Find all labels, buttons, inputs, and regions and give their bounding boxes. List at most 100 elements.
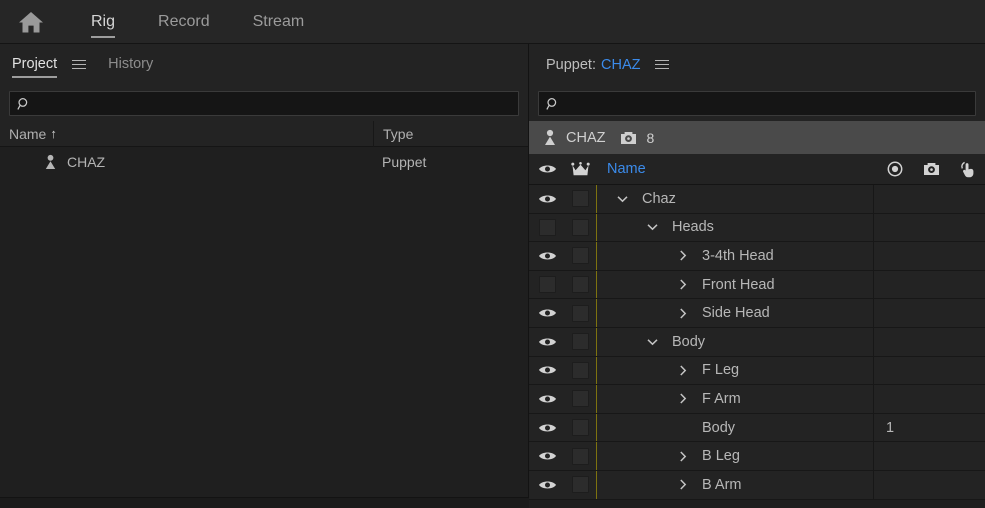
tree-row[interactable]: Chaz — [529, 185, 985, 214]
row-visibility-toggle[interactable] — [529, 479, 565, 491]
tree-row[interactable]: F Leg — [529, 356, 985, 386]
row-visibility-toggle[interactable] — [529, 276, 565, 294]
row-crown-toggle[interactable] — [565, 218, 596, 236]
project-panel-menu-icon[interactable] — [72, 57, 87, 72]
top-nav-tabs: Rig Record Stream — [62, 0, 317, 44]
home-button[interactable] — [0, 11, 62, 34]
tab-project[interactable]: Project — [12, 44, 58, 85]
tree-row-label: Heads — [672, 219, 714, 236]
column-header-triggers[interactable] — [949, 160, 985, 179]
chevron-right-icon[interactable] — [673, 365, 692, 376]
row-crown-toggle[interactable] — [565, 419, 596, 437]
puppet-icon — [545, 129, 555, 145]
row-crown-toggle[interactable] — [565, 190, 596, 208]
puppet-search-input[interactable] — [559, 96, 975, 111]
crown-toggle-box[interactable] — [572, 218, 589, 236]
row-record-cell[interactable] — [873, 270, 985, 299]
tree-row[interactable]: Body 1 — [529, 413, 985, 443]
chevron-down-icon[interactable] — [643, 223, 662, 231]
nav-tab-stream[interactable]: Stream — [240, 0, 318, 44]
crown-toggle-box[interactable] — [572, 247, 589, 265]
tree-row[interactable]: Heads — [529, 213, 985, 243]
chevron-right-icon[interactable] — [673, 250, 692, 262]
crown-toggle-box[interactable] — [572, 276, 589, 294]
row-crown-toggle[interactable] — [565, 333, 596, 351]
project-item-label: CHAZ — [67, 153, 106, 170]
crown-toggle-box[interactable] — [572, 333, 589, 351]
project-list-item[interactable]: CHAZ Puppet — [0, 147, 528, 176]
visibility-icon — [538, 424, 556, 431]
row-crown-toggle[interactable] — [565, 390, 596, 408]
nav-tab-rig[interactable]: Rig — [78, 0, 128, 44]
crown-toggle-box[interactable] — [572, 190, 589, 208]
row-visibility-toggle[interactable] — [529, 422, 565, 434]
row-visibility-toggle[interactable] — [529, 450, 565, 462]
row-crown-toggle[interactable] — [565, 476, 596, 494]
visibility-off-box[interactable] — [538, 218, 556, 236]
row-record-cell[interactable] — [873, 299, 985, 327]
crown-toggle-box[interactable] — [572, 419, 589, 437]
tree-row[interactable]: Body — [529, 327, 985, 357]
project-search-input[interactable] — [30, 96, 518, 111]
chevron-right-icon[interactable] — [673, 479, 692, 490]
visibility-off-box[interactable] — [538, 276, 556, 294]
tree-row[interactable]: Side Head — [529, 299, 985, 328]
tab-history[interactable]: History — [108, 44, 153, 85]
tree-row[interactable]: 3-4th Head — [529, 242, 985, 271]
row-record-cell[interactable] — [873, 185, 985, 213]
puppet-search-box[interactable] — [538, 91, 976, 116]
row-visibility-toggle[interactable] — [529, 393, 565, 405]
project-column-headers: Name ↑ Type — [0, 120, 528, 147]
breadcrumb: CHAZ 8 — [529, 121, 985, 154]
row-record-cell[interactable] — [873, 327, 985, 356]
crown-toggle-box[interactable] — [572, 476, 589, 494]
row-crown-toggle[interactable] — [565, 447, 596, 465]
row-visibility-toggle[interactable] — [529, 250, 565, 262]
visibility-icon — [538, 452, 556, 460]
row-crown-toggle[interactable] — [565, 361, 596, 379]
row-record-cell[interactable] — [873, 470, 985, 499]
column-header-behaviors[interactable] — [913, 161, 949, 177]
chevron-right-icon[interactable] — [673, 279, 692, 290]
row-crown-toggle[interactable] — [565, 247, 596, 265]
tree-row[interactable]: Front Head — [529, 270, 985, 300]
chevron-down-icon[interactable] — [613, 195, 632, 203]
column-header-type[interactable]: Type — [373, 120, 528, 147]
tree-row[interactable]: B Leg — [529, 442, 985, 471]
row-record-cell[interactable] — [873, 442, 985, 470]
row-visibility-toggle[interactable] — [529, 336, 565, 348]
row-visibility-toggle[interactable] — [529, 193, 565, 205]
project-search-box[interactable] — [9, 91, 519, 116]
row-visibility-toggle[interactable] — [529, 364, 565, 376]
row-record-cell[interactable] — [873, 213, 985, 242]
row-record-cell[interactable] — [873, 385, 985, 413]
tree-row[interactable]: F Arm — [529, 385, 985, 414]
row-visibility-toggle[interactable] — [529, 307, 565, 319]
row-crown-toggle[interactable] — [565, 304, 596, 322]
row-record-cell[interactable] — [873, 356, 985, 385]
crown-toggle-box[interactable] — [572, 447, 589, 465]
column-header-crown[interactable] — [565, 161, 596, 177]
row-record-cell[interactable]: 1 — [873, 413, 985, 442]
crown-toggle-box[interactable] — [572, 361, 589, 379]
crown-toggle-box[interactable] — [572, 390, 589, 408]
puppet-panel-menu-icon[interactable] — [655, 57, 670, 72]
sort-ascending-icon: ↑ — [50, 126, 57, 141]
breadcrumb-puppet-name[interactable]: CHAZ — [566, 130, 605, 146]
crown-toggle-box[interactable] — [572, 304, 589, 322]
chevron-right-icon[interactable] — [673, 308, 692, 319]
nav-tab-record[interactable]: Record — [145, 0, 223, 44]
chevron-down-icon[interactable] — [643, 338, 662, 346]
column-header-name[interactable]: Name — [596, 161, 877, 177]
column-header-record[interactable] — [877, 161, 913, 177]
row-visibility-toggle[interactable] — [529, 218, 565, 236]
row-crown-toggle[interactable] — [565, 276, 596, 294]
chevron-right-icon[interactable] — [673, 451, 692, 462]
chevron-right-icon[interactable] — [673, 393, 692, 404]
project-item-name-cell: CHAZ — [0, 154, 373, 170]
column-header-visibility[interactable] — [529, 163, 565, 175]
row-record-cell[interactable] — [873, 242, 985, 270]
tree-row[interactable]: B Arm — [529, 470, 985, 500]
row-name-cell: Body — [596, 327, 873, 356]
column-header-name[interactable]: Name ↑ — [0, 126, 373, 142]
